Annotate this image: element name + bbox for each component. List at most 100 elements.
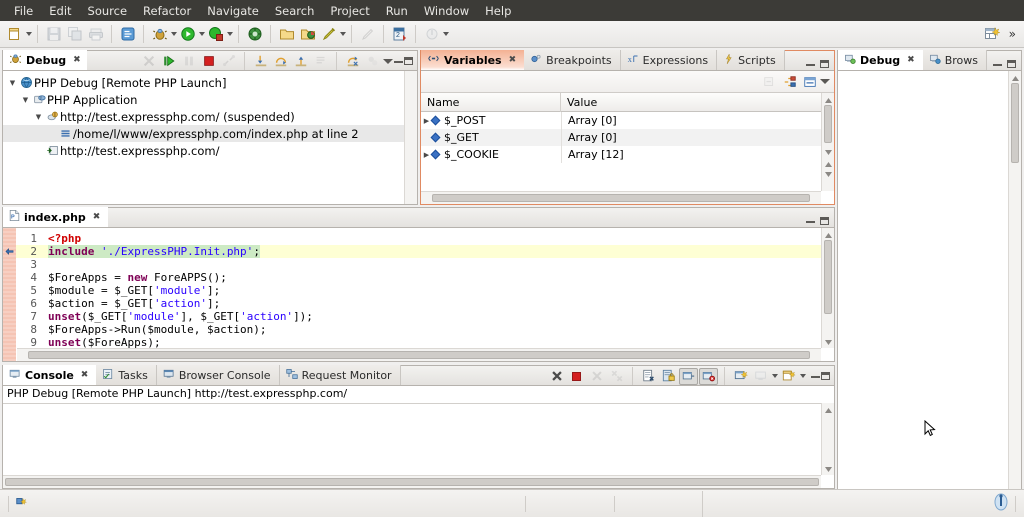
console-view-maximize-icon[interactable] bbox=[821, 372, 830, 380]
clear-console-icon[interactable] bbox=[639, 368, 658, 385]
code-line[interactable]: 6 $action = $_GET['action']; bbox=[16, 297, 834, 310]
editor-minimize-icon[interactable] bbox=[806, 220, 815, 223]
show-detail-pane-icon[interactable] bbox=[800, 73, 819, 90]
column-header-name[interactable]: Name bbox=[421, 92, 561, 112]
tab-variables-close-icon[interactable]: ✖ bbox=[509, 55, 517, 65]
save-all-icon[interactable] bbox=[64, 24, 85, 45]
table-row[interactable]: ▶ $_COOKIE Array [12] bbox=[421, 146, 834, 163]
editor-code-area[interactable]: 1 <?php 2 include './ExpressPHP.Init.php… bbox=[16, 228, 834, 361]
run-icon[interactable] bbox=[177, 24, 198, 45]
tab-browser-console[interactable]: Browser Console bbox=[156, 365, 280, 385]
right-view-scroll-thumb[interactable] bbox=[1011, 83, 1019, 163]
remove-launch-icon[interactable] bbox=[587, 368, 606, 385]
menu-item-project[interactable]: Project bbox=[322, 2, 377, 20]
console-view-minimize-icon[interactable] bbox=[811, 375, 820, 378]
tab-console[interactable]: Console ✖ bbox=[3, 365, 97, 385]
console-output-area[interactable] bbox=[3, 403, 821, 475]
open-console-icon[interactable] bbox=[731, 368, 750, 385]
display-selected-console-dropdown-icon[interactable] bbox=[772, 374, 778, 378]
tab-expressions[interactable]: x Expressions bbox=[620, 50, 718, 70]
use-step-filters-icon[interactable] bbox=[343, 53, 362, 70]
right-view-minimize-icon[interactable] bbox=[993, 63, 1002, 66]
menu-item-help[interactable]: Help bbox=[477, 2, 519, 20]
right-view-content[interactable] bbox=[838, 71, 1008, 489]
variables-view-maximize-icon[interactable] bbox=[820, 60, 829, 68]
collapse-all-icon[interactable] bbox=[760, 73, 779, 90]
code-line-current[interactable]: 2 include './ExpressPHP.Init.php'; bbox=[16, 245, 834, 258]
debug-icon[interactable] bbox=[149, 24, 170, 45]
tab-breakpoints[interactable]: Breakpoints bbox=[524, 50, 621, 70]
code-line[interactable]: 3 bbox=[16, 258, 834, 271]
debug-view-minimize-icon[interactable] bbox=[394, 60, 403, 63]
save-icon[interactable] bbox=[43, 24, 64, 45]
tab-variables[interactable]: Variables ✖ bbox=[421, 50, 525, 70]
tab-console-close-icon[interactable]: ✖ bbox=[81, 370, 89, 380]
terminate-icon[interactable] bbox=[567, 368, 586, 385]
variables-view-menu-icon[interactable] bbox=[820, 79, 830, 84]
code-line[interactable]: 8 $ForeApps->Run($module, $action); bbox=[16, 323, 834, 336]
new-console-view-dropdown-icon[interactable] bbox=[800, 374, 806, 378]
build-dropdown-icon[interactable] bbox=[340, 32, 346, 36]
console-hscroll-thumb[interactable] bbox=[5, 478, 819, 486]
menu-item-navigate[interactable]: Navigate bbox=[199, 2, 267, 20]
tree-row-thread[interactable]: ▼ http://test.expressphp.com/ (suspended… bbox=[3, 108, 417, 125]
show-console-on-error-icon[interactable] bbox=[699, 367, 718, 385]
disconnect-icon[interactable] bbox=[219, 53, 238, 70]
menu-item-run[interactable]: Run bbox=[378, 2, 416, 20]
display-selected-console-icon[interactable] bbox=[751, 368, 770, 385]
tab-debug-close-icon[interactable]: ✖ bbox=[73, 55, 81, 65]
scroll-lock-icon[interactable] bbox=[659, 368, 678, 385]
table-row[interactable]: ▶ $_POST Array [0] bbox=[421, 112, 834, 129]
editor-vertical-scrollbar[interactable] bbox=[821, 228, 834, 348]
previous-annotation-dropdown-icon[interactable] bbox=[443, 32, 449, 36]
editor-breakpoint-ruler[interactable] bbox=[3, 228, 16, 361]
current-instruction-pointer-icon[interactable] bbox=[5, 246, 14, 259]
code-line[interactable]: 4 $ForeApps = new ForeAPPS(); bbox=[16, 271, 834, 284]
open-type-icon[interactable] bbox=[117, 24, 138, 45]
tree-row-php-application[interactable]: ▼ p PHP Application bbox=[3, 91, 417, 108]
scroll-down-arrow-icon[interactable] bbox=[824, 337, 833, 346]
terminate-all-icon[interactable] bbox=[547, 368, 566, 385]
tab-scripts[interactable]: Scripts bbox=[717, 50, 785, 70]
expand-arrow-icon[interactable]: ▼ bbox=[33, 113, 44, 121]
build-icon[interactable] bbox=[318, 24, 339, 45]
tree-row-process[interactable]: http://test.expressphp.com/ bbox=[3, 142, 417, 159]
debug-view-menu-icon[interactable] bbox=[383, 58, 393, 64]
table-row[interactable]: $_GET Array [0] bbox=[421, 129, 834, 146]
new-wizard-dropdown-icon[interactable] bbox=[26, 32, 32, 36]
tab-request-monitor[interactable]: Request Monitor bbox=[279, 365, 401, 385]
editor-hscroll-thumb[interactable] bbox=[28, 351, 810, 359]
tab-debug-browser-close-icon[interactable]: ✖ bbox=[907, 55, 915, 65]
tree-row-stack-frame[interactable]: /home/l/www/expressphp.com/index.php at … bbox=[3, 125, 417, 142]
toolbar-overflow-icon[interactable]: » bbox=[1003, 27, 1020, 41]
tab-debug[interactable]: Debug ✖ bbox=[3, 50, 87, 70]
pen-icon[interactable] bbox=[357, 24, 378, 45]
scroll-down-arrow-icon-secondary[interactable] bbox=[824, 169, 833, 178]
view-filter-icon[interactable] bbox=[363, 53, 382, 70]
editor-scroll-thumb[interactable] bbox=[824, 240, 832, 314]
step-into-icon[interactable] bbox=[251, 53, 270, 70]
editor-maximize-icon[interactable] bbox=[820, 217, 829, 225]
remove-all-terminated-icon[interactable] bbox=[139, 53, 158, 70]
menu-item-search[interactable]: Search bbox=[267, 2, 323, 20]
scroll-up-arrow-icon[interactable] bbox=[824, 230, 833, 239]
scroll-up-arrow-icon[interactable] bbox=[824, 95, 833, 104]
menu-item-file[interactable]: File bbox=[6, 2, 41, 20]
open-perspective-icon[interactable] bbox=[982, 24, 1003, 45]
new-wizard-icon[interactable] bbox=[4, 24, 25, 45]
terminate-icon[interactable] bbox=[199, 53, 218, 70]
code-line[interactable]: 7 unset($_GET['module'], $_GET['action']… bbox=[16, 310, 834, 323]
scroll-up-arrow-icon[interactable] bbox=[824, 405, 833, 414]
next-annotation-icon[interactable]: 2 bbox=[389, 24, 410, 45]
variables-hscroll-thumb[interactable] bbox=[432, 194, 810, 202]
right-view-vertical-scrollbar[interactable] bbox=[1008, 71, 1021, 489]
resume-icon[interactable] bbox=[159, 53, 178, 70]
variables-vertical-scrollbar[interactable] bbox=[821, 93, 834, 191]
suspend-icon[interactable] bbox=[179, 53, 198, 70]
external-tools-dropdown-icon[interactable] bbox=[227, 32, 233, 36]
variables-view-minimize-icon[interactable] bbox=[806, 63, 815, 66]
menu-item-window[interactable]: Window bbox=[416, 2, 477, 20]
scroll-down-arrow-icon[interactable] bbox=[824, 147, 833, 156]
previous-annotation-icon[interactable] bbox=[421, 24, 442, 45]
tree-row-launch[interactable]: ▼ PHP Debug [Remote PHP Launch] bbox=[3, 74, 417, 91]
